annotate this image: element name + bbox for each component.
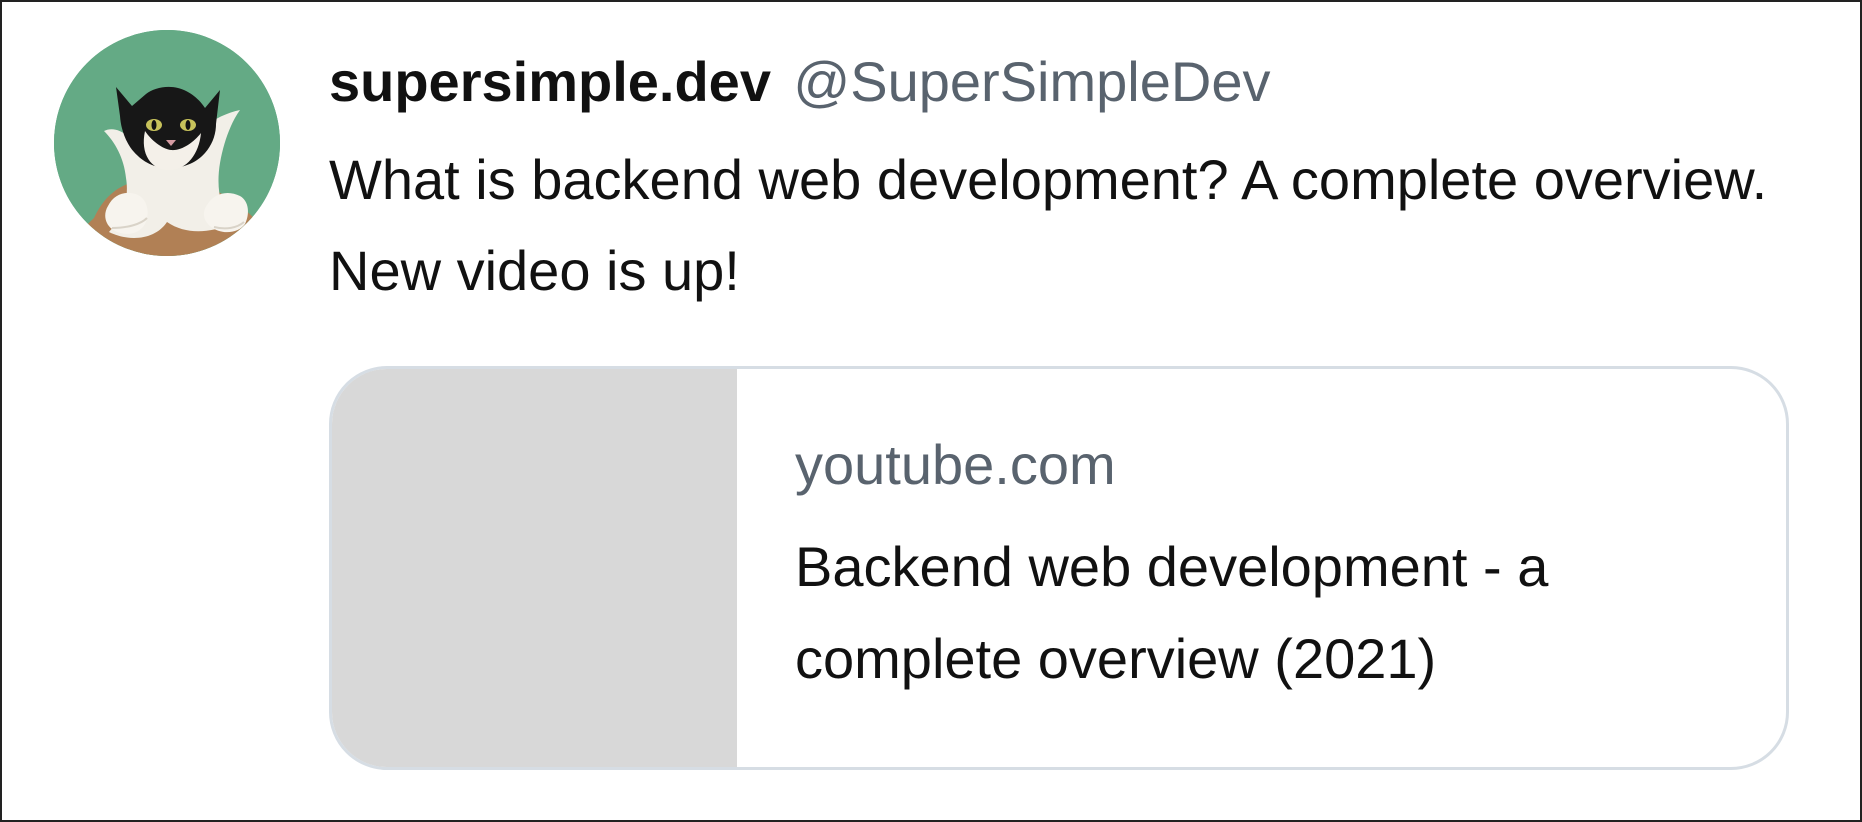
- link-thumbnail-placeholder[interactable]: [332, 369, 737, 767]
- tweet-header: supersimple.dev @SuperSimpleDev: [329, 42, 1270, 122]
- author-name[interactable]: supersimple.dev: [329, 50, 771, 113]
- tweet-text: What is backend web development? A compl…: [329, 148, 1768, 302]
- link-preview-card[interactable]: youtube.com Backend web development - a …: [329, 366, 1789, 770]
- author-handle[interactable]: @SuperSimpleDev: [793, 50, 1270, 113]
- author-avatar[interactable]: [54, 30, 280, 256]
- tweet: supersimple.dev @SuperSimpleDev What is …: [0, 0, 1862, 822]
- link-title[interactable]: Backend web development - a complete ove…: [795, 521, 1725, 705]
- link-preview-body: youtube.com Backend web development - a …: [795, 427, 1725, 705]
- cat-avatar-photo: [54, 30, 280, 256]
- link-domain: youtube.com: [795, 433, 1116, 496]
